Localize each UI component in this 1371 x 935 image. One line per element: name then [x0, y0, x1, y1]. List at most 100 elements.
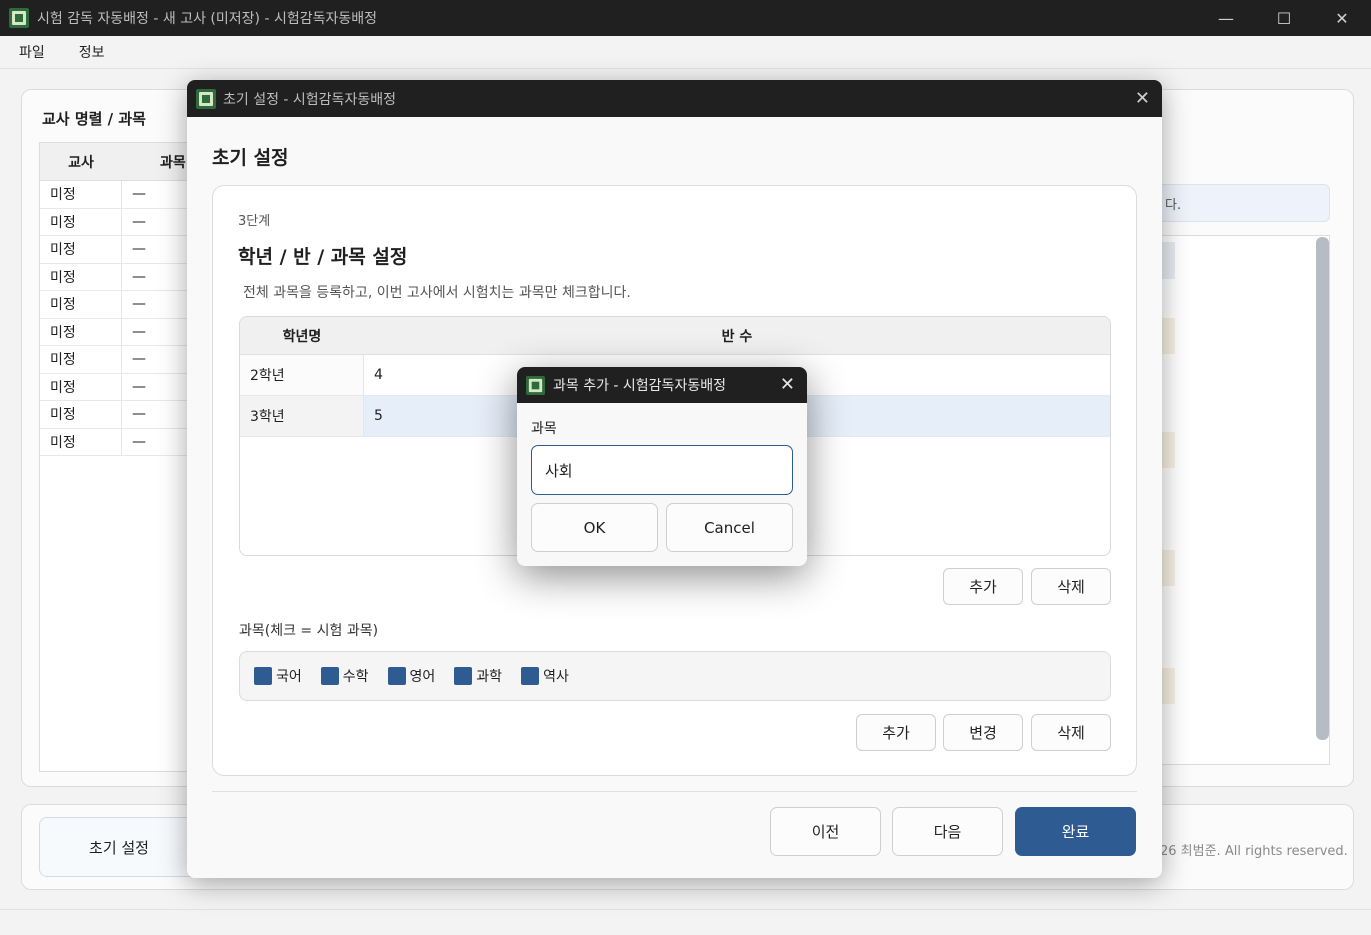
menu-file[interactable]: 파일 — [0, 42, 62, 62]
subject-cell: — — [132, 296, 146, 313]
schedule-list[interactable] — [1150, 235, 1330, 765]
header-subject: 과목 — [160, 154, 186, 171]
close-icon[interactable]: ✕ — [1135, 88, 1150, 109]
copyright-text: 26 최범준. All rights reserved. — [1160, 844, 1348, 859]
initial-setup-button[interactable]: 초기 설정 — [39, 817, 199, 877]
teacher-cell: 미정 — [40, 291, 122, 318]
wizard-title: 초기 설정 - 시험감독자동배정 — [223, 91, 396, 108]
subject-add-button[interactable]: 추가 — [856, 714, 936, 751]
subject-label: 과목(체크 = 시험 과목) — [239, 623, 379, 639]
header-classes: 반 수 — [721, 328, 753, 345]
subject-checkbox[interactable]: 수학 — [320, 666, 369, 686]
next-button[interactable]: 다음 — [892, 807, 1003, 856]
step-indicator: 3단계 — [238, 214, 271, 229]
header-teacher: 교사 — [68, 154, 94, 171]
subject-cell: — — [132, 323, 146, 340]
table-row[interactable]: 미정 — — [40, 291, 208, 319]
table-row[interactable]: 미정 — — [40, 373, 208, 401]
subject-field-label: 과목 — [531, 421, 557, 437]
teacher-cell: 미정 — [40, 318, 122, 345]
subject-name: 과학 — [476, 669, 503, 685]
subject-cell: — — [132, 268, 146, 285]
subject-name: 수학 — [342, 669, 369, 685]
table-row[interactable]: 미정 — — [40, 181, 208, 209]
table-row[interactable]: 미정 — — [40, 346, 208, 374]
add-subject-dialog: 과목 추가 - 시험감독자동배정 ✕ 과목 OK Cancel — [517, 367, 807, 566]
table-row[interactable]: 미정 — — [40, 318, 208, 346]
teacher-cell: 미정 — [40, 401, 122, 428]
info-banner: 다. — [1150, 184, 1330, 222]
subject-change-button[interactable]: 변경 — [943, 714, 1023, 751]
status-bar — [0, 909, 1371, 935]
minimize-icon[interactable]: — — [1197, 0, 1255, 36]
teacher-cell: 미정 — [40, 208, 122, 235]
subject-checkbox[interactable]: 과학 — [454, 666, 502, 686]
wizard-titlebar: 초기 설정 - 시험감독자동배정 — [187, 80, 1162, 117]
wizard-heading: 초기 설정 — [212, 147, 289, 169]
maximize-icon[interactable]: ☐ — [1255, 0, 1313, 36]
checkbox-checked-icon — [521, 667, 540, 685]
close-icon[interactable]: ✕ — [1313, 0, 1371, 36]
subject-checkbox[interactable]: 역사 — [521, 666, 569, 686]
prev-button[interactable]: 이전 — [770, 807, 881, 856]
menu-info[interactable]: 정보 — [62, 42, 122, 62]
subject-delete-button[interactable]: 삭제 — [1031, 714, 1111, 751]
subject-name: 역사 — [543, 669, 569, 685]
teacher-cell: 미정 — [40, 346, 122, 373]
teacher-panel: 교사 명렬 / 과목 교사 과목 미정 — 미정 — 미정 — 미정 — 미정 — 미정 —… — [21, 89, 209, 787]
info-text: 다. — [1165, 197, 1182, 213]
subject-cell: — — [132, 378, 146, 395]
subject-cell: — — [132, 186, 146, 203]
subject-input[interactable] — [531, 445, 793, 495]
ok-button[interactable]: OK — [531, 503, 658, 552]
cancel-button[interactable]: Cancel — [666, 503, 793, 552]
app-logo-icon — [526, 375, 545, 395]
grade-table-header: 학년명 반 수 — [240, 317, 1110, 355]
finish-button[interactable]: 완료 — [1015, 807, 1136, 856]
app-logo-icon — [9, 8, 29, 28]
teacher-cell: 미정 — [40, 236, 122, 263]
subject-checkbox[interactable]: 영어 — [387, 666, 436, 686]
teacher-table: 교사 과목 미정 — 미정 — 미정 — 미정 — 미정 — 미정 — 미정 — 미정 — 미정… — [39, 142, 209, 772]
subject-cell: — — [132, 433, 146, 450]
subject-cell: — — [132, 241, 146, 258]
teacher-cell: 미정 — [40, 428, 122, 455]
section-title: 학년 / 반 / 과목 설정 — [238, 246, 408, 268]
table-row[interactable]: 미정 — — [40, 401, 208, 429]
checkbox-checked-icon — [454, 667, 473, 685]
table-row[interactable]: 미정 — — [40, 428, 208, 456]
main-titlebar: 시험 감독 자동배정 - 새 고사 (미저장) - 시험감독자동배정 — ☐ ✕ — [0, 0, 1371, 36]
subject-name: 국어 — [276, 669, 302, 685]
header-grade: 학년명 — [282, 328, 322, 345]
main-window-title: 시험 감독 자동배정 - 새 고사 (미저장) - 시험감독자동배정 — [37, 11, 377, 27]
checkbox-checked-icon — [387, 667, 406, 685]
grade-add-button[interactable]: 추가 — [943, 568, 1023, 605]
teacher-cell: 미정 — [40, 181, 122, 208]
checkbox-checked-icon — [320, 667, 339, 685]
subject-cell: — — [132, 213, 146, 230]
teacher-table-header: 교사 과목 — [40, 143, 208, 181]
add-subject-titlebar: 과목 추가 - 시험감독자동배정 — [517, 367, 807, 403]
subject-checklist: 국어 수학 영어 과학 역사 — [239, 651, 1111, 701]
app-logo-icon — [196, 88, 216, 109]
grade-delete-button[interactable]: 삭제 — [1031, 568, 1111, 605]
subject-name: 영어 — [409, 669, 436, 685]
close-icon[interactable]: ✕ — [780, 374, 795, 395]
table-row[interactable]: 미정 — — [40, 236, 208, 264]
section-description: 전체 과목을 등록하고, 이번 고사에서 시험치는 과목만 체크합니다. — [243, 285, 631, 301]
add-subject-title: 과목 추가 - 시험감독자동배정 — [553, 378, 726, 394]
subject-cell: — — [132, 406, 146, 423]
grade-cell[interactable]: 2학년 — [240, 355, 364, 395]
divider — [212, 791, 1137, 792]
teacher-cell: 미정 — [40, 263, 122, 290]
grade-cell[interactable]: 3학년 — [240, 396, 364, 436]
subject-cell: — — [132, 351, 146, 368]
teacher-panel-title: 교사 명렬 / 과목 — [42, 110, 146, 128]
table-row[interactable]: 미정 — — [40, 263, 208, 291]
subject-checkbox[interactable]: 국어 — [254, 666, 302, 686]
menubar: 파일 정보 — [0, 36, 1371, 69]
checkbox-checked-icon — [254, 667, 272, 685]
vertical-scrollbar[interactable] — [1316, 237, 1329, 740]
teacher-cell: 미정 — [40, 373, 122, 400]
table-row[interactable]: 미정 — — [40, 208, 208, 236]
